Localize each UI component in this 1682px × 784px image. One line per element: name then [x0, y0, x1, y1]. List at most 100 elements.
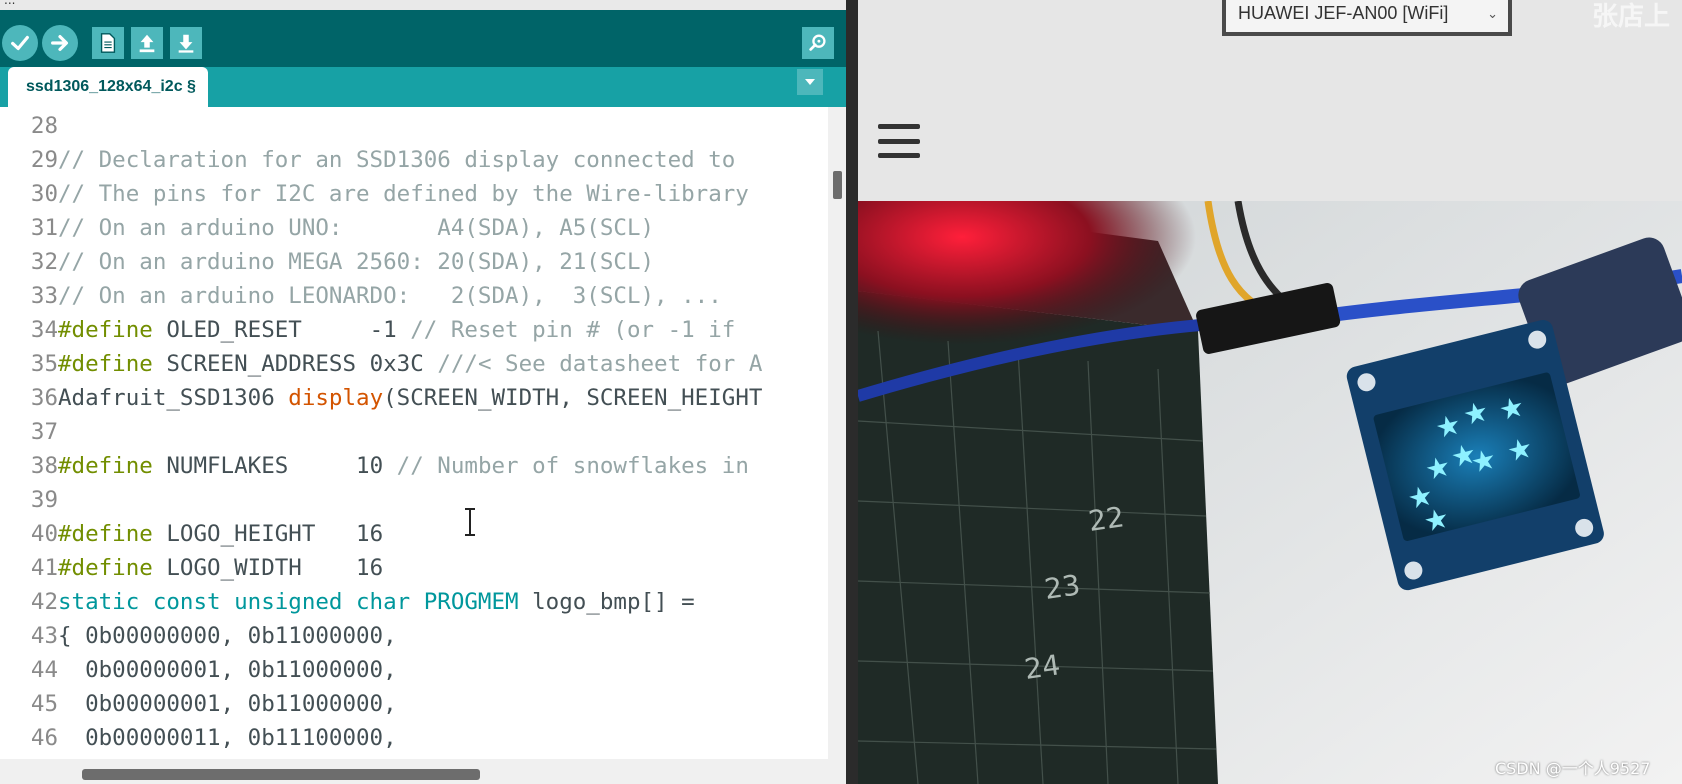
horizontal-scrollbar-thumb[interactable] — [82, 769, 480, 780]
code-line[interactable]: 29// Declaration for an SSD1306 display … — [0, 143, 828, 177]
code-token: NUMFLAKES 10 — [152, 453, 397, 479]
arduino-ide-window: ... ssd1306_128x64_i2c § 28 29// Declarat — [0, 0, 852, 784]
code-line[interactable]: 28 — [0, 109, 828, 143]
code-token: // Number of snowflakes in — [396, 453, 749, 479]
triangle-down-icon — [805, 79, 815, 85]
camera-photo: 22 23 24 ★★ ★ ★★★ ★★★ — [858, 201, 1682, 784]
new-sketch-button[interactable] — [92, 27, 124, 59]
line-number: 36 — [30, 385, 58, 411]
line-number: 42 — [30, 589, 58, 615]
ide-tab-bar: ssd1306_128x64_i2c § — [0, 67, 852, 107]
code-token: // On an arduino MEGA 2560: 20(SDA), 21(… — [58, 249, 655, 275]
code-line[interactable]: 32// On an arduino MEGA 2560: 20(SDA), 2… — [0, 245, 828, 279]
code-line[interactable]: 40#define LOGO_HEIGHT 16 — [0, 517, 828, 551]
line-number: 28 — [30, 113, 58, 139]
code-line[interactable]: 30// The pins for I2C are defined by the… — [0, 177, 828, 211]
code-line[interactable]: 41#define LOGO_WIDTH 16 — [0, 551, 828, 585]
upload-button[interactable] — [42, 25, 78, 61]
new-file-icon — [100, 33, 116, 53]
tab-sketch[interactable]: ssd1306_128x64_i2c § — [8, 67, 208, 107]
camera-stream-page: HUAWEI JEF-AN00 [WiFi] ⌄ 张店上 22 23 24 ★ … — [858, 0, 1682, 784]
line-number: 31 — [30, 215, 58, 241]
code-token: 0b00000001, 0b11000000, — [58, 691, 397, 717]
line-number: 35 — [30, 351, 58, 377]
code-line[interactable]: 42static const unsigned char PROGMEM log… — [0, 585, 828, 619]
code-line[interactable]: 44 0b00000001, 0b11000000, — [0, 653, 828, 687]
line-number: 43 — [30, 623, 58, 649]
code-token: // Declaration for an SSD1306 display co… — [58, 147, 736, 173]
line-number: 40 — [30, 521, 58, 547]
mat-number-23: 23 — [1042, 568, 1082, 606]
wifi-network-select[interactable]: HUAWEI JEF-AN00 [WiFi] ⌄ — [1222, 0, 1512, 36]
wifi-network-value: HUAWEI JEF-AN00 [WiFi] — [1238, 2, 1449, 23]
corner-caption: 张店上 — [1592, 2, 1671, 32]
code-line[interactable]: 43{ 0b00000000, 0b11000000, — [0, 619, 828, 653]
tab-sketch-label: ssd1306_128x64_i2c § — [26, 78, 196, 95]
code-line[interactable]: 34#define OLED_RESET -1 // Reset pin # (… — [0, 313, 828, 347]
split-divider[interactable] — [846, 0, 858, 784]
code-token: // On an arduino UNO: A4(SDA), A5(SCL) — [58, 215, 655, 241]
code-token: // On an arduino LEONARDO: 2(SDA), 3(SCL… — [58, 283, 722, 309]
mat-number-22: 22 — [1086, 500, 1126, 538]
code-token: #define — [58, 351, 153, 377]
line-number: 34 — [30, 317, 58, 343]
line-number: 46 — [30, 725, 58, 751]
line-number: 38 — [30, 453, 58, 479]
watermark: CSDN @一个人9527 — [1495, 759, 1651, 778]
mat-number-24: 24 — [1022, 648, 1062, 686]
verify-icon — [11, 35, 29, 51]
line-number: 32 — [30, 249, 58, 275]
code-token: #define — [58, 521, 153, 547]
code-token: #define — [58, 555, 153, 581]
open-arrow-up-icon — [139, 34, 155, 53]
code-token: OLED_RESET -1 — [152, 317, 411, 343]
line-number: 33 — [30, 283, 58, 309]
line-number: 29 — [30, 147, 58, 173]
line-number: 44 — [30, 657, 58, 683]
horizontal-scrollbar[interactable] — [0, 759, 846, 784]
upload-arrow-icon — [51, 34, 69, 52]
code-token: Adafruit_SSD1306 — [58, 385, 289, 411]
vertical-scrollbar[interactable] — [828, 107, 846, 759]
line-number: 30 — [30, 181, 58, 207]
code-token: ///< See datasheet for A — [437, 351, 763, 377]
line-number: 41 — [30, 555, 58, 581]
hamburger-bar — [878, 138, 920, 144]
verify-button[interactable] — [2, 25, 38, 61]
line-number: 39 — [30, 487, 58, 513]
line-number: 45 — [30, 691, 58, 717]
code-editor[interactable]: 28 29// Declaration for an SSD1306 displa… — [0, 107, 828, 759]
code-token: #define — [58, 317, 153, 343]
hamburger-bar — [878, 153, 920, 158]
code-token: static const unsigned char PROGMEM — [58, 589, 519, 615]
code-line[interactable]: 35#define SCREEN_ADDRESS 0x3C ///< See d… — [0, 347, 828, 381]
save-arrow-down-icon — [178, 34, 194, 53]
hamburger-menu-icon[interactable] — [878, 124, 920, 158]
code-line[interactable]: 37 — [0, 415, 828, 449]
ide-window-title: ... — [4, 0, 16, 7]
chevron-down-icon: ⌄ — [1487, 6, 1498, 21]
code-token: // Reset pin # (or -1 if — [410, 317, 736, 343]
code-line[interactable]: 38#define NUMFLAKES 10 // Number of snow… — [0, 449, 828, 483]
code-token: 0b00000011, 0b11100000, — [58, 725, 397, 751]
code-token: LOGO_HEIGHT 16 — [152, 521, 384, 547]
serial-monitor-button[interactable] — [802, 27, 834, 59]
code-line[interactable]: 46 0b00000011, 0b11100000, — [0, 721, 828, 755]
code-line[interactable]: 45 0b00000001, 0b11000000, — [0, 687, 828, 721]
code-line[interactable]: 33// On an arduino LEONARDO: 2(SDA), 3(S… — [0, 279, 828, 313]
code-line[interactable]: 36Adafruit_SSD1306 display(SCREEN_WIDTH,… — [0, 381, 828, 415]
open-sketch-button[interactable] — [131, 27, 163, 59]
code-token: LOGO_WIDTH 16 — [152, 555, 384, 581]
code-token: (SCREEN_WIDTH, SCREEN_HEIGHT — [383, 385, 763, 411]
text-cursor-icon — [465, 508, 475, 536]
vertical-scrollbar-thumb[interactable] — [833, 171, 842, 199]
code-line[interactable]: 31// On an arduino UNO: A4(SDA), A5(SCL) — [0, 211, 828, 245]
save-sketch-button[interactable] — [170, 27, 202, 59]
code-token: 0b00000001, 0b11000000, — [58, 657, 397, 683]
code-token: #define — [58, 453, 153, 479]
tab-menu-button[interactable] — [797, 69, 823, 95]
code-line[interactable]: 39 — [0, 483, 828, 517]
code-token: // The pins for I2C are defined by the W… — [58, 181, 749, 207]
magnifier-icon — [809, 34, 826, 51]
code-token: display — [288, 385, 384, 411]
